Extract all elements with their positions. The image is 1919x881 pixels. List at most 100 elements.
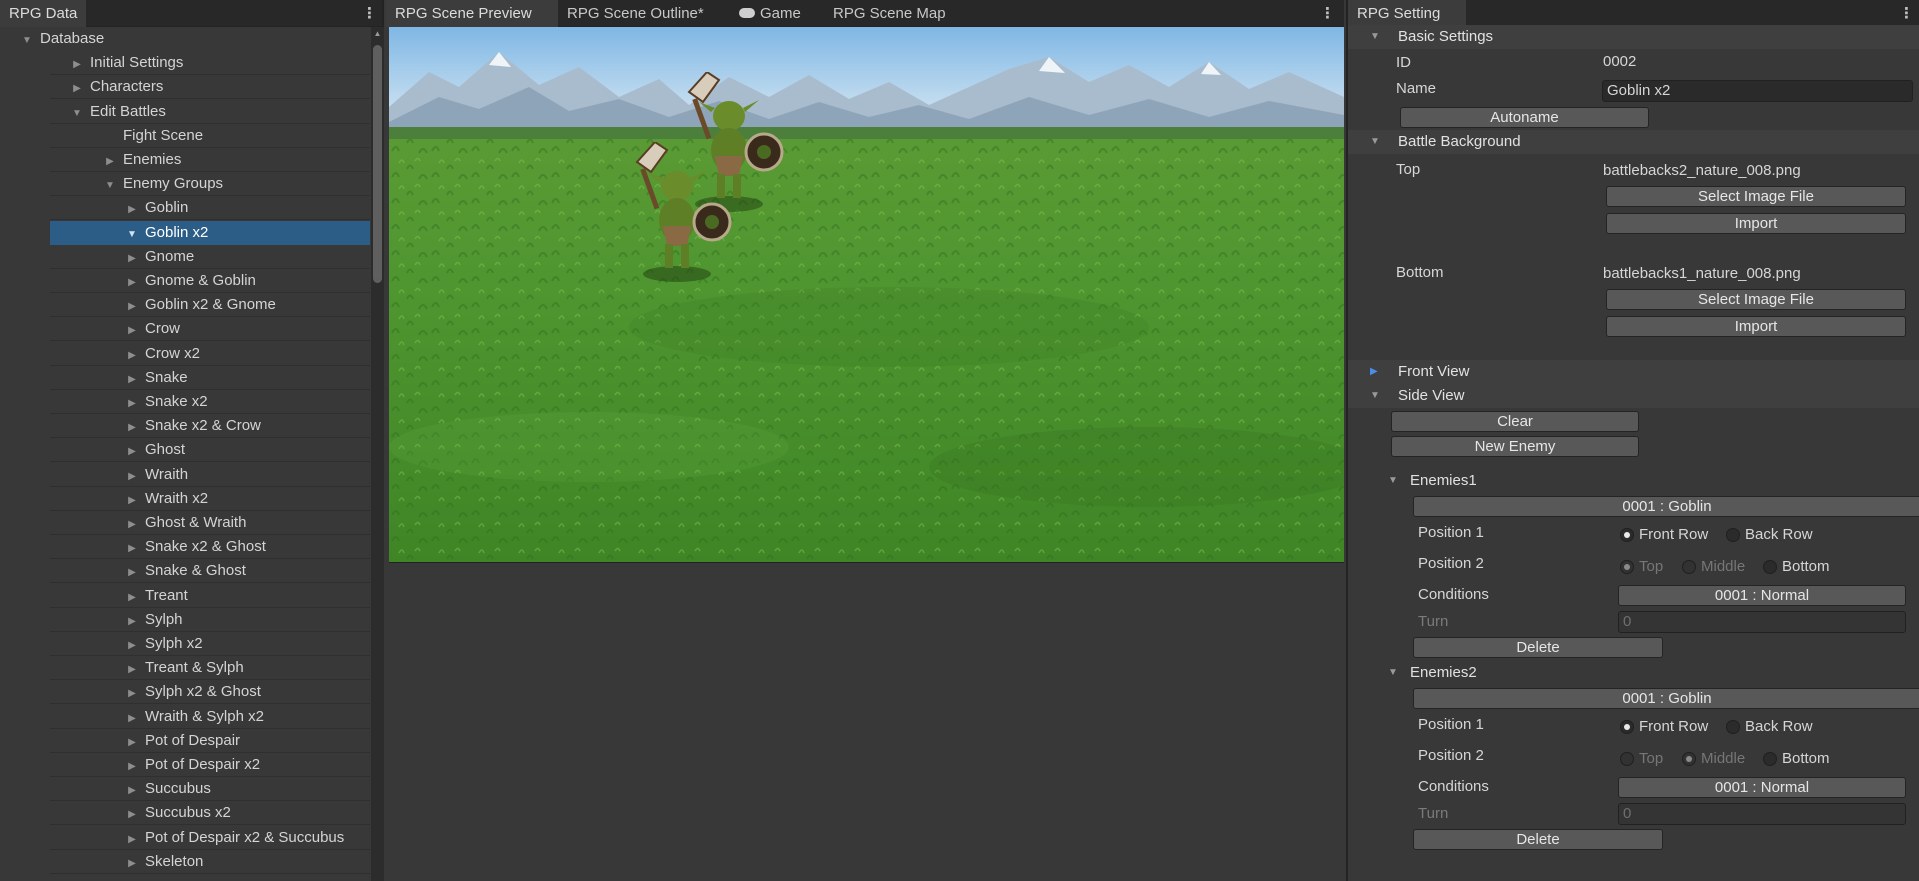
tree-item[interactable]: ▶ Succubus x2 — [50, 801, 370, 826]
tree-item[interactable]: Fight Scene — [50, 124, 370, 148]
tree-item-label: Succubus x2 — [145, 804, 231, 822]
tree-item-label: Edit Battles — [90, 102, 166, 120]
tree-item[interactable]: ▶ Ghost & Wraith — [50, 511, 370, 535]
middle-radio[interactable]: Middle — [1682, 748, 1745, 770]
tree-item-label: Snake — [145, 368, 188, 386]
front-row-radio[interactable]: Front Row — [1620, 524, 1708, 546]
top-select-image-button[interactable]: Select Image File — [1606, 186, 1906, 207]
conditions-select-button[interactable]: 0001 : Normal — [1618, 585, 1906, 606]
enemy-group-header[interactable]: ▼ Enemies1 — [1388, 470, 1477, 492]
tree-item[interactable]: ▶ Pot of Despair x2 & Succubus — [50, 826, 370, 850]
tree-item[interactable]: ▶ Goblin x2 & Gnome — [50, 293, 370, 318]
tree-item[interactable]: ▶ Snake & Ghost — [50, 559, 370, 584]
tab-scene-preview[interactable]: RPG Scene Preview — [386, 0, 558, 27]
bottom-select-image-button[interactable]: Select Image File — [1606, 289, 1906, 310]
tree-item[interactable]: ▶ Wraith x2 — [50, 487, 370, 511]
panel-menu-icon[interactable]: ⋮ — [362, 0, 377, 27]
scrollbar-thumb[interactable] — [373, 45, 382, 283]
back-row-radio[interactable]: Back Row — [1726, 716, 1813, 738]
tree-item[interactable]: ▶ Gnome & Goblin — [50, 269, 370, 293]
side-view-header[interactable]: ▼ Side View — [1348, 384, 1919, 408]
position2-label: Position 2 — [1418, 747, 1484, 764]
radio-dot — [1682, 560, 1696, 574]
panel-menu-icon[interactable]: ⋮ — [1320, 0, 1335, 27]
tree-item[interactable]: ▼ Enemy Groups — [50, 172, 370, 197]
bottom-radio[interactable]: Bottom — [1763, 556, 1830, 578]
tree-item-label: Treant — [145, 586, 188, 604]
tab-scene-outline[interactable]: RPG Scene Outline* — [558, 0, 713, 27]
tree-item[interactable]: ▶ Pot of Despair x2 — [50, 753, 370, 777]
tree-item[interactable]: ▶ Snake x2 & Ghost — [50, 535, 370, 560]
tree-scrollbar[interactable]: ▲ — [371, 27, 384, 881]
collapse-arrow-icon[interactable]: ▼ — [125, 223, 139, 247]
tree-item[interactable]: ▶ Crow x2 — [50, 342, 370, 366]
tab-game[interactable]: Game — [730, 0, 810, 27]
enemy-select-button[interactable]: 0001 : Goblin — [1413, 688, 1919, 709]
goblin-sprite[interactable] — [617, 142, 767, 342]
back-row-radio[interactable]: Back Row — [1726, 524, 1813, 546]
radio-label: Top — [1639, 750, 1664, 767]
tree-item[interactable]: ▶ Succubus — [50, 777, 370, 802]
tab-scene-map[interactable]: RPG Scene Map — [824, 0, 955, 27]
clear-button[interactable]: Clear — [1391, 411, 1639, 432]
middle-radio[interactable]: Middle — [1682, 556, 1745, 578]
turn-field[interactable]: 0 — [1618, 803, 1906, 825]
collapse-arrow-icon[interactable]: ▼ — [20, 29, 34, 53]
rpg-setting-panel: RPG Setting ⋮ ▼ Basic Settings ID 0002 N… — [1346, 0, 1919, 881]
battle-background-header[interactable]: ▼ Battle Background — [1348, 130, 1919, 154]
tree-item[interactable]: ▶ Enemies — [50, 148, 370, 172]
tree-item[interactable]: ▶ Snake — [50, 366, 370, 390]
tree-item[interactable]: ▶ Ghost — [50, 438, 370, 463]
tree-item[interactable]: ▶ Treant — [50, 584, 370, 608]
tab-rpg-setting[interactable]: RPG Setting — [1348, 0, 1466, 27]
top-file-name: battlebacks2_nature_008.png — [1603, 162, 1801, 179]
front-row-radio[interactable]: Front Row — [1620, 716, 1708, 738]
name-field[interactable]: Goblin x2 — [1602, 80, 1913, 102]
enemy-select-button[interactable]: 0001 : Goblin — [1413, 496, 1919, 517]
top-import-button[interactable]: Import — [1606, 213, 1906, 234]
rpg-data-panel: RPG Data ⋮ ▼ Database ▶ Initial Settings ▶ Ch… — [0, 0, 384, 881]
tree-item[interactable]: ▶ Goblin — [50, 196, 370, 221]
tree-item[interactable]: ▶ Snake x2 & Crow — [50, 414, 370, 439]
tree-item[interactable]: ▶ Initial Settings — [50, 51, 370, 76]
delete-enemy-button[interactable]: Delete — [1413, 829, 1663, 850]
front-view-header[interactable]: ▶ Front View — [1348, 360, 1919, 384]
tree-item[interactable]: ▶ Wraith & Sylph x2 — [50, 705, 370, 729]
tab-game-label: Game — [760, 5, 801, 22]
tree-item[interactable]: ▶ Gnome — [50, 245, 370, 269]
turn-field[interactable]: 0 — [1618, 611, 1906, 633]
tree-item-label: Pot of Despair x2 & Succubus — [145, 828, 345, 846]
tree-item[interactable]: ▶ Sylph — [50, 608, 370, 632]
tree-item[interactable]: ▶ Crow — [50, 317, 370, 342]
tree-item[interactable]: ▶ Skeleton — [50, 850, 370, 874]
autoname-button[interactable]: Autoname — [1400, 107, 1649, 128]
tree-item-label: Snake & Ghost — [145, 562, 246, 580]
battle-scene-preview[interactable] — [389, 27, 1344, 563]
tree-item[interactable]: ▶ Sylph x2 & Ghost — [50, 680, 370, 705]
tree-item[interactable]: ▼ Edit Battles — [50, 100, 370, 124]
bottom-import-button[interactable]: Import — [1606, 316, 1906, 337]
panel-menu-icon[interactable]: ⋮ — [1899, 0, 1914, 27]
new-enemy-button[interactable]: New Enemy — [1391, 436, 1639, 457]
top-radio[interactable]: Top — [1620, 556, 1663, 578]
tree-item[interactable]: ▶ Treant & Sylph — [50, 656, 370, 681]
delete-enemy-button[interactable]: Delete — [1413, 637, 1663, 658]
tree-item[interactable]: ▶ Pot of Despair — [50, 729, 370, 753]
tree-item[interactable]: ▼ Database — [0, 27, 370, 51]
scroll-up-icon[interactable]: ▲ — [371, 29, 384, 38]
editor-window: RPG Data ⋮ ▼ Database ▶ Initial Settings ▶ Ch… — [0, 0, 1919, 881]
top-radio[interactable]: Top — [1620, 748, 1663, 770]
enemy-group-header[interactable]: ▼ Enemies2 — [1388, 662, 1477, 684]
tree-item[interactable]: ▼ Goblin x2 — [50, 220, 370, 247]
tree-item[interactable]: ▶ Characters — [50, 75, 370, 100]
tree-item[interactable]: ▶ Snake x2 — [50, 390, 370, 414]
tree-item-label: Database — [40, 30, 105, 47]
radio-label: Middle — [1701, 558, 1746, 575]
tree-item[interactable]: ▶ Wraith — [50, 463, 370, 487]
tab-rpg-data[interactable]: RPG Data — [0, 0, 87, 27]
tree-item[interactable]: ▶ Sylph x2 — [50, 632, 370, 656]
scene-panel: RPG Scene Preview RPG Scene Outline* Gam… — [386, 0, 1344, 881]
bottom-radio[interactable]: Bottom — [1763, 748, 1830, 770]
basic-settings-header[interactable]: ▼ Basic Settings — [1348, 25, 1919, 49]
conditions-select-button[interactable]: 0001 : Normal — [1618, 777, 1906, 798]
